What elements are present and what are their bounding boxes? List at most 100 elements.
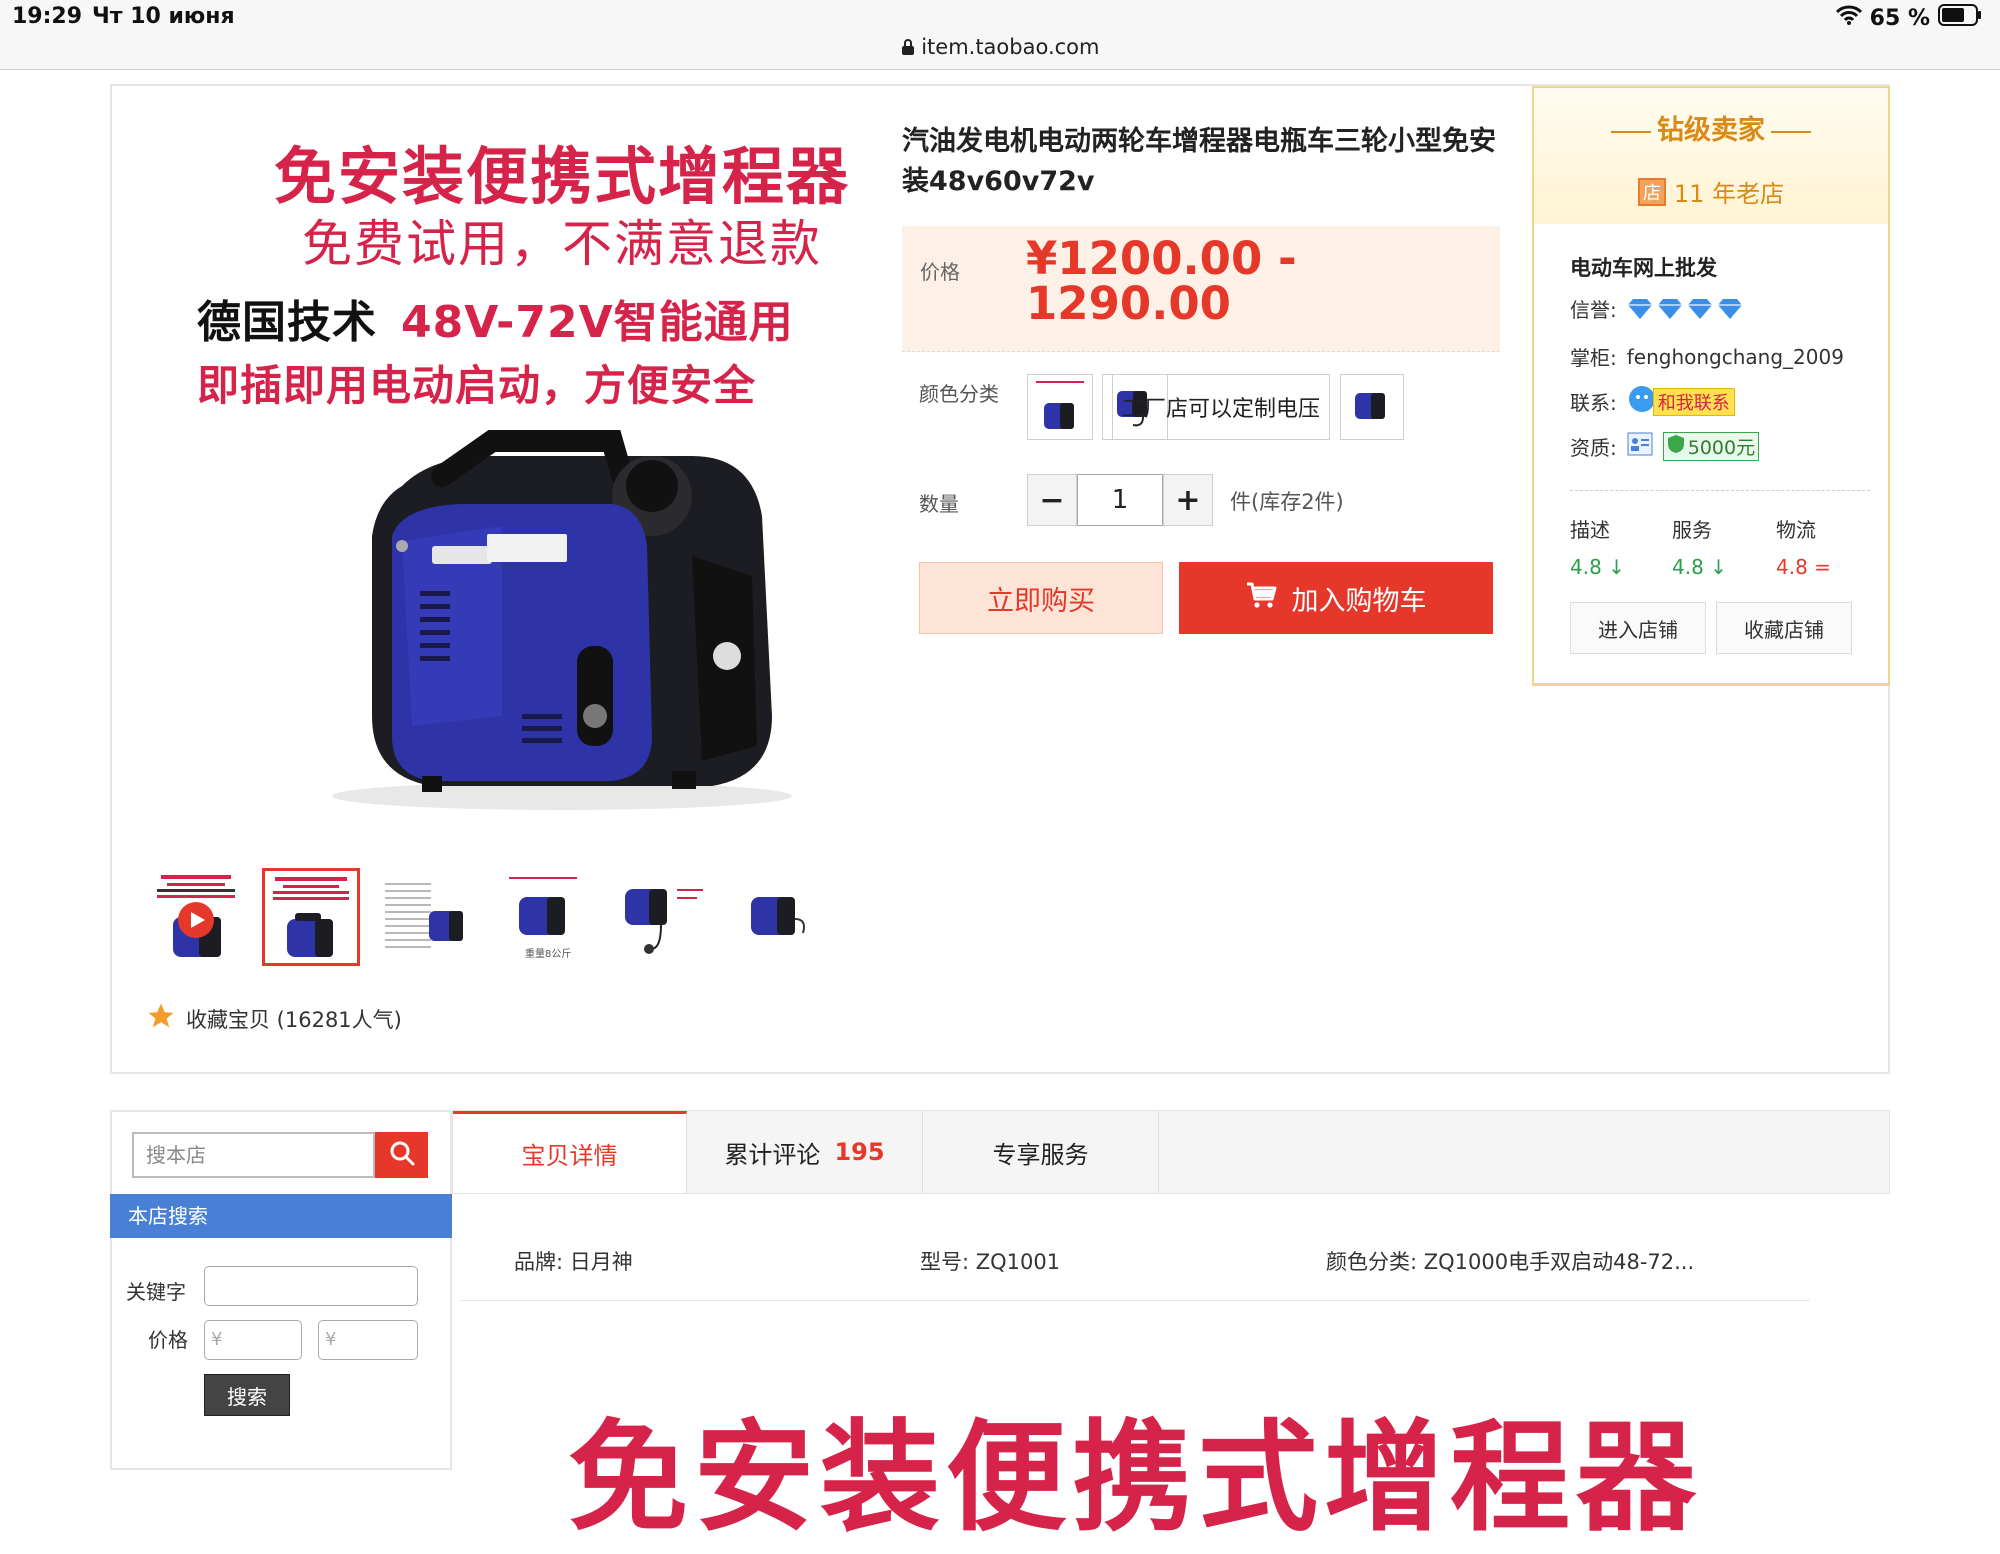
hero-tech-label: 德国技术 xyxy=(197,297,377,348)
detail-tabs: 宝贝详情 累计评论 195 专享服务 xyxy=(452,1110,1890,1194)
color-option-custom-voltage[interactable]: 工厂店可以定制电压 xyxy=(1112,374,1330,440)
price-value: ¥1200.00 - 1290.00 xyxy=(1026,232,1297,330)
hero-feature-line: 即插即用电动启动，方便安全 xyxy=(197,361,757,410)
seller-level: 钻级卖家 xyxy=(1534,108,1888,147)
quantity-decrease-button[interactable]: − xyxy=(1027,474,1077,526)
shop-name[interactable]: 电动车网上批发 xyxy=(1570,252,1717,282)
contact-row: 联系: 和我联系 xyxy=(1570,384,1735,419)
seller-divider xyxy=(1570,490,1870,491)
trend-down-icon: ↓ xyxy=(1710,555,1727,579)
trend-down-icon: ↓ xyxy=(1608,555,1625,579)
thumbnail-image-2[interactable] xyxy=(262,868,360,966)
battery-icon xyxy=(1938,4,1982,32)
shop-age-label: 11 年老店 xyxy=(1673,180,1785,208)
hero-voltage-label: 48V-72V智能通用 xyxy=(401,297,794,348)
seller-panel: 钻级卖家 店 11 年老店 电动车网上批发 信誉: 掌柜: fenghongch… xyxy=(1532,86,1890,686)
keeper-label: 掌柜: xyxy=(1570,346,1617,370)
shop-icon: 店 xyxy=(1637,177,1666,206)
buy-now-button[interactable]: 立即购买 xyxy=(919,562,1163,634)
quantity-input[interactable]: 1 xyxy=(1077,474,1163,526)
thumbnail-video[interactable] xyxy=(146,868,244,966)
price-max-input[interactable]: ¥ xyxy=(318,1320,418,1360)
thumbnail-image-3[interactable] xyxy=(378,868,476,966)
thumbnail-strip: 重量8公斤 xyxy=(146,868,824,966)
status-time: 19:29 xyxy=(12,4,83,29)
deposit-icon xyxy=(1667,434,1685,459)
trend-equal-icon: = xyxy=(1814,555,1831,579)
score-value-group: 4.8 ↓ xyxy=(1570,555,1625,579)
product-main-image[interactable]: 免安装便携式增程器 免费试用，不满意退款 德国技术 48V-72V智能通用 即插即… xyxy=(112,86,892,856)
score-value-group: 4.8 ↓ xyxy=(1672,555,1727,579)
shop-search-button[interactable] xyxy=(375,1132,428,1178)
contact-label: 联系: xyxy=(1570,391,1617,415)
search-icon xyxy=(389,1140,415,1170)
thumbnail-image-6[interactable] xyxy=(726,868,824,966)
price-label: 价格 xyxy=(920,260,960,284)
product-box: 免安装便携式增程器 免费试用，不满意退款 德国技术 48V-72V智能通用 即插即… xyxy=(110,84,1890,1074)
score-value-group: 4.8 = xyxy=(1776,555,1831,579)
address-bar[interactable]: item.taobao.com xyxy=(0,35,2000,59)
color-label: 颜色分类 xyxy=(919,382,999,406)
score-description: 描述 4.8 ↓ xyxy=(1570,514,1625,579)
score-logistics: 物流 4.8 = xyxy=(1776,514,1831,579)
add-to-cart-label: 加入购物车 xyxy=(1291,585,1427,617)
url-text: item.taobao.com xyxy=(921,35,1100,59)
deposit-badge[interactable]: 5000元 xyxy=(1662,432,1760,461)
qualification-label: 资质: xyxy=(1570,436,1617,460)
diamond-rating-icon xyxy=(1627,298,1743,320)
price-range-label: 价格 xyxy=(148,1328,188,1352)
tab-reviews[interactable]: 累计评论 195 xyxy=(687,1111,923,1193)
score-label: 物流 xyxy=(1776,518,1816,542)
favorite-item[interactable]: 收藏宝贝 (16281人气) xyxy=(146,1001,402,1036)
product-title: 汽油发电机电动两轮车增程器电瓶车三轮小型免安装48v60v72v xyxy=(902,126,1496,197)
tab-services[interactable]: 专享服务 xyxy=(923,1111,1159,1193)
price-box: 价格 ¥1200.00 - 1290.00 xyxy=(902,226,1500,352)
generator-illustration xyxy=(292,416,812,820)
keyword-input[interactable] xyxy=(204,1266,418,1306)
color-option-4[interactable] xyxy=(1340,374,1404,440)
score-service: 服务 4.8 ↓ xyxy=(1672,514,1727,579)
attr-brand: 品牌: 日月神 xyxy=(514,1250,633,1274)
score-label: 服务 xyxy=(1672,518,1712,542)
shop-search-header: 本店搜索 xyxy=(110,1194,452,1238)
favorite-shop-button[interactable]: 收藏店铺 xyxy=(1716,602,1852,654)
score-value: 4.8 xyxy=(1570,555,1602,579)
tab-reviews-label: 累计评论 xyxy=(724,1140,821,1169)
hero-subheadline: 免费试用，不满意退款 xyxy=(302,215,822,273)
shop-search-input[interactable]: 搜本店 xyxy=(132,1132,375,1178)
shop-search-panel: 搜本店 本店搜索 关键字 价格 ¥ ¥ 搜索 xyxy=(110,1110,452,1470)
credit-row: 信誉: xyxy=(1570,294,1743,323)
detail-hero-headline: 免安装便携式增程器 xyxy=(568,1409,1702,1548)
contact-button[interactable]: 和我联系 xyxy=(1652,387,1735,416)
id-card-icon xyxy=(1627,432,1653,461)
qualification-row: 资质: 5000元 xyxy=(1570,432,1760,461)
status-bar: 19:29 Чт 10 июня item.taobao.com 65 % xyxy=(0,0,2000,70)
enter-shop-button[interactable]: 进入店铺 xyxy=(1570,602,1706,654)
quantity-label: 数量 xyxy=(919,492,959,516)
play-icon xyxy=(177,901,215,943)
keeper-name[interactable]: fenghongchang_2009 xyxy=(1627,345,1844,369)
shop-age: 店 11 年老店 xyxy=(1534,174,1888,209)
sidebar-search-button[interactable]: 搜索 xyxy=(204,1374,290,1416)
star-icon xyxy=(146,1001,176,1036)
deposit-amount: 5000元 xyxy=(1687,437,1756,459)
status-right: 65 % xyxy=(1835,4,1982,32)
seller-header: 钻级卖家 店 11 年老店 xyxy=(1534,88,1888,224)
price-min-input[interactable]: ¥ xyxy=(204,1320,302,1360)
add-to-cart-button[interactable]: 加入购物车 xyxy=(1179,562,1493,634)
review-count: 195 xyxy=(834,1138,885,1166)
quantity-stepper: − 1 + xyxy=(1027,474,1213,526)
thumbnail-image-5[interactable] xyxy=(610,868,708,966)
attr-model: 型号: ZQ1001 xyxy=(920,1250,1061,1274)
color-option-1[interactable] xyxy=(1027,374,1093,440)
keeper-row: 掌柜: fenghongchang_2009 xyxy=(1570,342,1844,371)
battery-percent: 65 % xyxy=(1869,5,1930,31)
tab-details[interactable]: 宝贝详情 xyxy=(453,1111,687,1193)
thumbnail-image-4[interactable]: 重量8公斤 xyxy=(494,868,592,966)
score-value: 4.8 xyxy=(1776,555,1808,579)
hero-headline: 免安装便携式增程器 xyxy=(273,140,850,213)
attr-color: 颜色分类: ZQ1000电手双启动48-72... xyxy=(1326,1250,1695,1274)
quantity-increase-button[interactable]: + xyxy=(1163,474,1213,526)
attr-divider xyxy=(460,1300,1810,1301)
score-label: 描述 xyxy=(1570,518,1610,542)
